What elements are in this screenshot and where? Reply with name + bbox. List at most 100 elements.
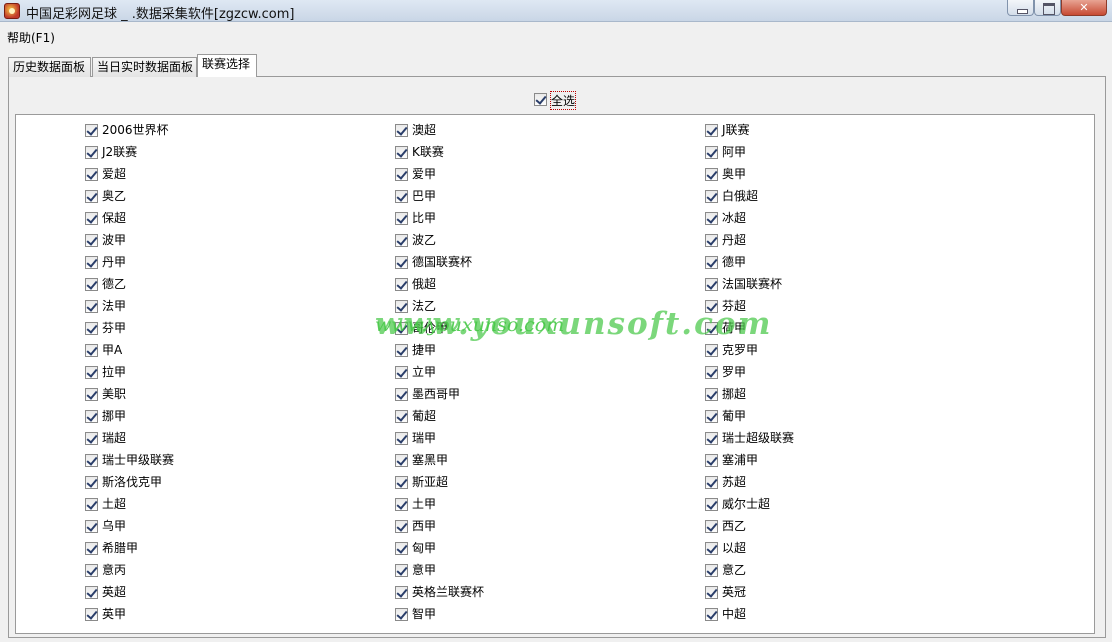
league-label[interactable]: 中超 [722, 607, 746, 622]
league-label[interactable]: 立甲 [412, 365, 436, 380]
checkbox-checked-icon[interactable] [705, 520, 718, 533]
league-label[interactable]: 匈甲 [412, 541, 436, 556]
checkbox-checked-icon[interactable] [85, 498, 98, 511]
league-label[interactable]: J2联赛 [102, 145, 137, 160]
checkbox-checked-icon[interactable] [395, 322, 408, 335]
league-checkbox-item[interactable]: 土甲 [395, 497, 436, 514]
league-checkbox-item[interactable]: 土超 [85, 497, 126, 514]
league-label[interactable]: 阿甲 [722, 145, 746, 160]
league-label[interactable]: 法国联赛杯 [722, 277, 782, 292]
league-checkbox-item[interactable]: 丹超 [705, 233, 746, 250]
league-checkbox-item[interactable]: 法国联赛杯 [705, 277, 782, 294]
checkbox-checked-icon[interactable] [705, 256, 718, 269]
league-label[interactable]: 英超 [102, 585, 126, 600]
league-checkbox-item[interactable]: 波乙 [395, 233, 436, 250]
league-label[interactable]: 瑞甲 [412, 431, 436, 446]
checkbox-checked-icon[interactable] [395, 410, 408, 423]
checkbox-checked-icon[interactable] [705, 124, 718, 137]
checkbox-checked-icon[interactable] [85, 520, 98, 533]
league-checkbox-item[interactable]: 瑞士超级联赛 [705, 431, 794, 448]
league-checkbox-item[interactable]: 瑞超 [85, 431, 126, 448]
league-checkbox-item[interactable]: 法甲 [85, 299, 126, 316]
league-label[interactable]: 苏超 [722, 475, 746, 490]
league-checkbox-item[interactable]: 冰超 [705, 211, 746, 228]
league-checkbox-item[interactable]: 西乙 [705, 519, 746, 536]
league-list[interactable]: ▲ ▼ 2006世界杯 澳超 J联赛 J2联赛 K联赛 阿甲爱超 爱甲 奥甲奥乙 巴甲 白俄超保超… [15, 114, 1095, 634]
league-label[interactable]: 英格兰联赛杯 [412, 585, 484, 600]
league-checkbox-item[interactable]: 威尔士超 [705, 497, 770, 514]
league-label[interactable]: 甲A [102, 343, 122, 358]
league-label[interactable]: 保超 [102, 211, 126, 226]
minimize-button[interactable] [1007, 0, 1034, 16]
league-label[interactable]: 白俄超 [722, 189, 758, 204]
checkbox-checked-icon[interactable] [705, 366, 718, 379]
league-checkbox-item[interactable]: 德国联赛杯 [395, 255, 472, 272]
checkbox-checked-icon[interactable] [395, 542, 408, 555]
checkbox-checked-icon[interactable] [85, 256, 98, 269]
league-label[interactable]: 西乙 [722, 519, 746, 534]
checkbox-checked-icon[interactable] [395, 432, 408, 445]
checkbox-checked-icon[interactable] [395, 234, 408, 247]
checkbox-checked-icon[interactable] [85, 124, 98, 137]
league-label[interactable]: 威尔士超 [722, 497, 770, 512]
league-checkbox-item[interactable]: 瑞士甲级联赛 [85, 453, 174, 470]
tab-history-data[interactable]: 历史数据面板 [8, 57, 91, 77]
checkbox-checked-icon[interactable] [705, 234, 718, 247]
league-label[interactable]: 乌甲 [102, 519, 126, 534]
league-checkbox-item[interactable]: 塞黑甲 [395, 453, 448, 470]
league-label[interactable]: 葡超 [412, 409, 436, 424]
league-label[interactable]: 葡甲 [722, 409, 746, 424]
league-checkbox-item[interactable]: 哥伦甲 [395, 321, 448, 338]
league-checkbox-item[interactable]: 白俄超 [705, 189, 758, 206]
league-checkbox-item[interactable]: 意乙 [705, 563, 746, 580]
checkbox-checked-icon[interactable] [705, 454, 718, 467]
league-checkbox-item[interactable]: 2006世界杯 [85, 123, 169, 140]
league-label[interactable]: 捷甲 [412, 343, 436, 358]
checkbox-checked-icon[interactable] [395, 168, 408, 181]
checkbox-checked-icon[interactable] [85, 586, 98, 599]
checkbox-checked-icon[interactable] [395, 454, 408, 467]
checkbox-checked-icon[interactable] [85, 432, 98, 445]
checkbox-checked-icon[interactable] [85, 608, 98, 621]
league-label[interactable]: 斯亚超 [412, 475, 448, 490]
checkbox-checked-icon[interactable] [705, 388, 718, 401]
league-label[interactable]: 波甲 [102, 233, 126, 248]
checkbox-checked-icon[interactable] [85, 322, 98, 335]
league-label[interactable]: 塞浦甲 [722, 453, 758, 468]
league-label[interactable]: 丹超 [722, 233, 746, 248]
checkbox-checked-icon[interactable] [85, 454, 98, 467]
league-checkbox-item[interactable]: 匈甲 [395, 541, 436, 558]
league-checkbox-item[interactable]: 巴甲 [395, 189, 436, 206]
league-label[interactable]: 巴甲 [412, 189, 436, 204]
checkbox-checked-icon[interactable] [395, 146, 408, 159]
league-label[interactable]: 英甲 [102, 607, 126, 622]
checkbox-checked-icon[interactable] [85, 146, 98, 159]
checkbox-checked-icon[interactable] [395, 366, 408, 379]
checkbox-checked-icon[interactable] [85, 410, 98, 423]
checkbox-checked-icon[interactable] [395, 564, 408, 577]
league-checkbox-item[interactable]: 英甲 [85, 607, 126, 624]
checkbox-checked-icon[interactable] [85, 344, 98, 357]
league-checkbox-item[interactable]: 法乙 [395, 299, 436, 316]
league-checkbox-item[interactable]: 以超 [705, 541, 746, 558]
select-all-label[interactable]: 全选 [549, 91, 577, 110]
league-checkbox-item[interactable]: 塞浦甲 [705, 453, 758, 470]
checkbox-checked-icon[interactable] [85, 300, 98, 313]
checkbox-checked-icon[interactable] [395, 586, 408, 599]
league-label[interactable]: 土甲 [412, 497, 436, 512]
checkbox-checked-icon[interactable] [705, 344, 718, 357]
league-label[interactable]: 美职 [102, 387, 126, 402]
vertical-scrollbar[interactable]: ▲ ▼ [1094, 115, 1095, 633]
checkbox-checked-icon[interactable] [705, 322, 718, 335]
checkbox-checked-icon[interactable] [705, 476, 718, 489]
league-checkbox-item[interactable]: 美职 [85, 387, 126, 404]
league-checkbox-item[interactable]: 意甲 [395, 563, 436, 580]
league-label[interactable]: 智甲 [412, 607, 436, 622]
league-checkbox-item[interactable]: K联赛 [395, 145, 444, 162]
league-checkbox-item[interactable]: 德甲 [705, 255, 746, 272]
league-label[interactable]: 以超 [722, 541, 746, 556]
menu-help[interactable]: 帮助(F1) [7, 29, 55, 46]
league-label[interactable]: 芬甲 [102, 321, 126, 336]
league-label[interactable]: 爱甲 [412, 167, 436, 182]
league-label[interactable]: 瑞士超级联赛 [722, 431, 794, 446]
